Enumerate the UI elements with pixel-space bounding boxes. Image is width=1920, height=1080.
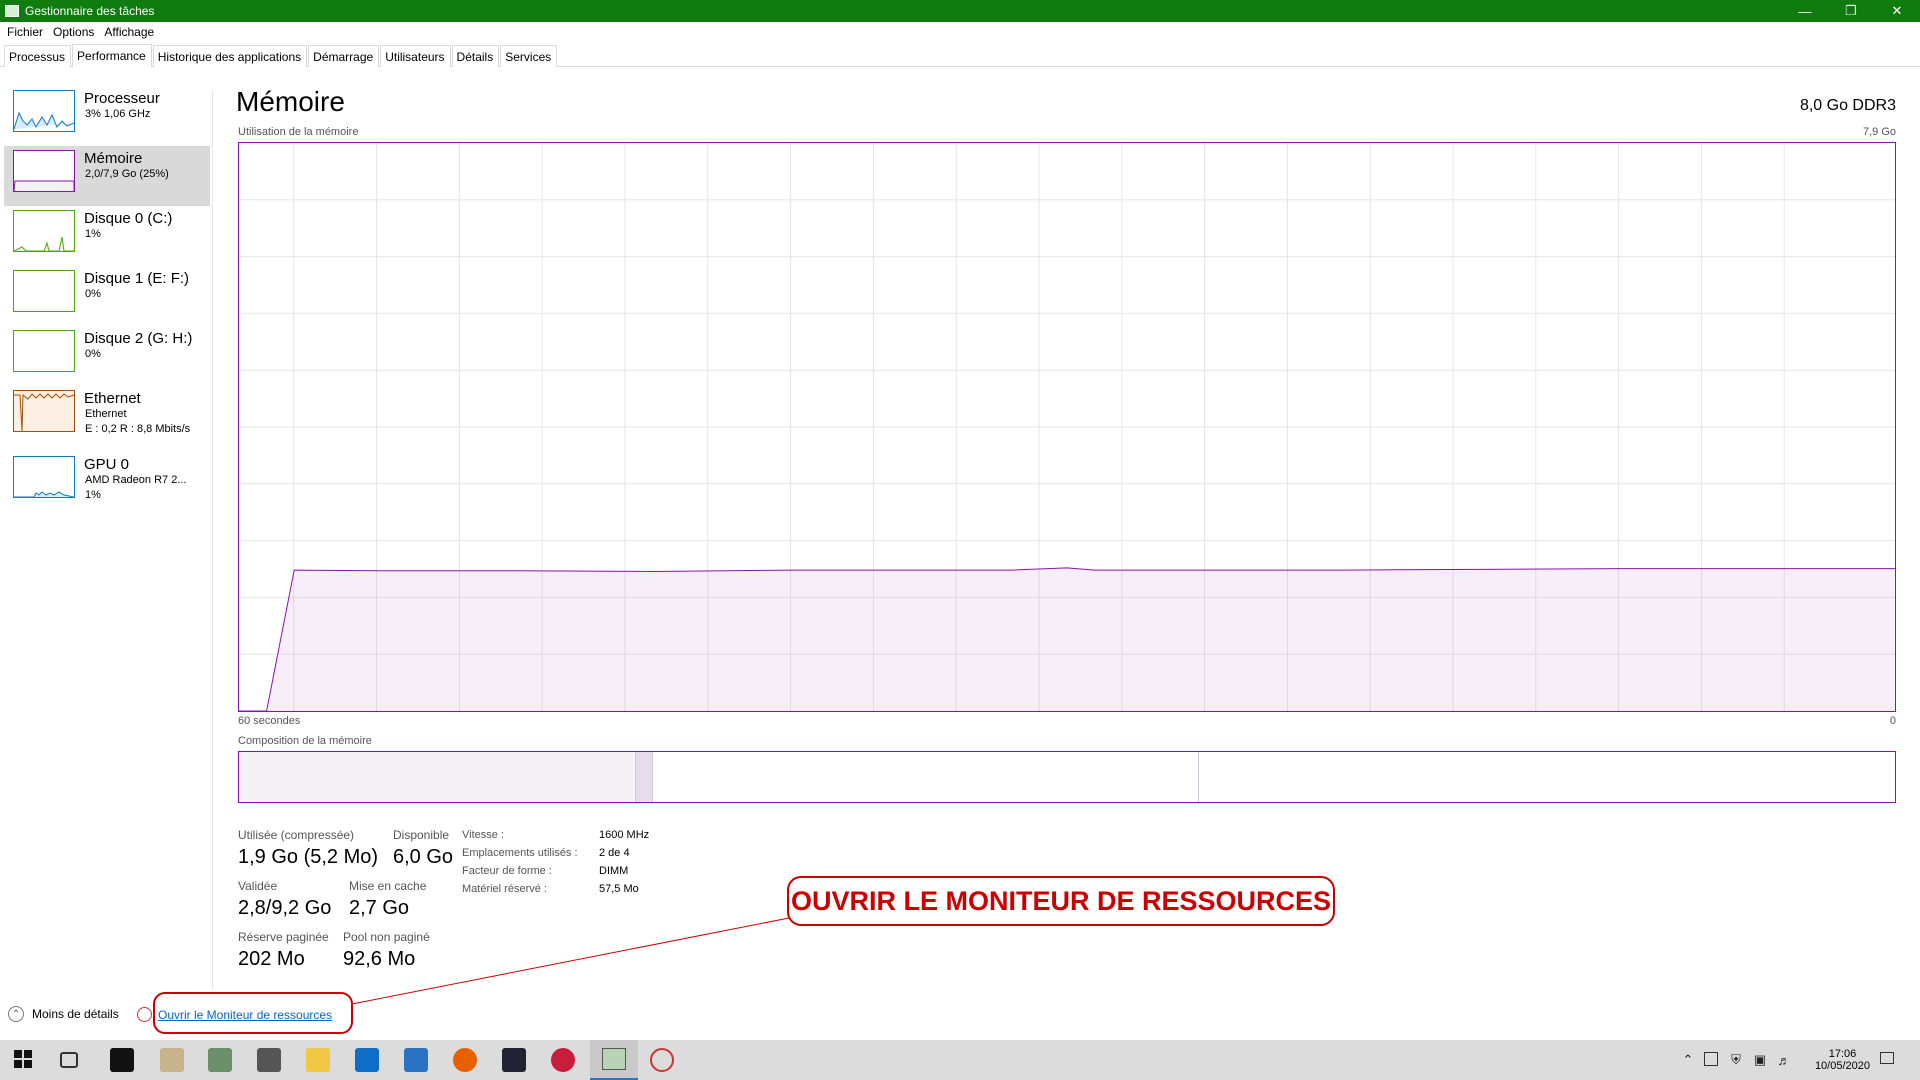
calculator-icon[interactable] — [257, 1048, 281, 1072]
firefox-icon[interactable] — [453, 1048, 477, 1072]
terminal-icon[interactable] — [110, 1048, 134, 1072]
less-details-button[interactable]: ⌃ Moins de détails — [8, 1006, 119, 1022]
open-resource-monitor-link[interactable]: Ouvrir le Moniteur de ressources — [158, 1008, 332, 1022]
annotation-callout: OUVRIR LE MONITEUR DE RESSOURCES — [787, 876, 1335, 926]
volume-icon[interactable]: ♬ — [1776, 1052, 1792, 1068]
less-details-label: Moins de détails — [32, 1007, 119, 1021]
taskbar: ⌃ ⛨ ▣ ♬ 17:06 10/05/2020 — [0, 1040, 1920, 1080]
chevron-up-icon: ⌃ — [8, 1006, 24, 1022]
action-center-icon[interactable] — [1880, 1052, 1894, 1064]
file-explorer-icon[interactable] — [306, 1048, 330, 1072]
clock-time: 17:06 — [1828, 1048, 1857, 1060]
notification-area-icon[interactable] — [1704, 1052, 1718, 1066]
network-icon[interactable]: ▣ — [1752, 1052, 1768, 1068]
clock[interactable]: 17:06 10/05/2020 — [1815, 1040, 1870, 1080]
task-manager-taskbar-button[interactable] — [590, 1040, 638, 1080]
shield-icon[interactable]: ⛨ — [1728, 1052, 1744, 1068]
media-app-icon[interactable] — [551, 1048, 575, 1072]
task-view-icon[interactable] — [60, 1052, 78, 1068]
outlook-icon[interactable] — [355, 1048, 379, 1072]
chevron-up-icon[interactable]: ⌃ — [1680, 1052, 1696, 1068]
mail-icon[interactable] — [404, 1048, 428, 1072]
clock-date: 10/05/2020 — [1814, 1060, 1870, 1072]
resource-monitor-icon — [137, 1007, 152, 1022]
tv-app-icon[interactable] — [502, 1048, 526, 1072]
resource-monitor-taskbar-icon[interactable] — [650, 1048, 674, 1072]
windows-start-icon[interactable] — [12, 1048, 36, 1072]
task-manager-icon — [602, 1048, 626, 1070]
footer-bar: ⌃ Moins de détails Ouvrir le Moniteur de… — [0, 1004, 1920, 1030]
notepad-icon[interactable] — [208, 1048, 232, 1072]
paint-icon[interactable] — [160, 1048, 184, 1072]
